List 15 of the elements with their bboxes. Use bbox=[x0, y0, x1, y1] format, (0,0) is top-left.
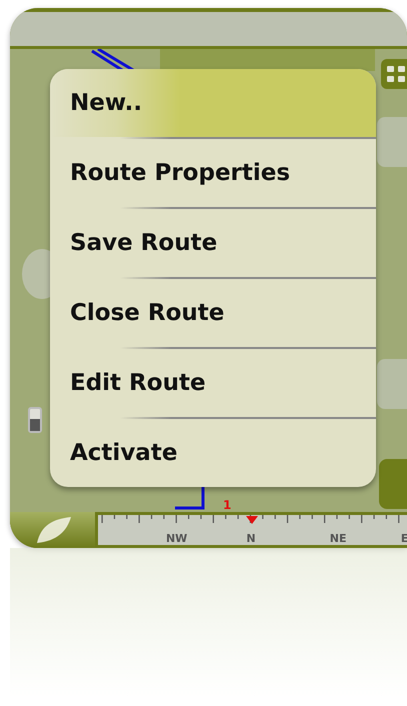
menu-item[interactable]: Save Route bbox=[50, 209, 376, 277]
menu-item[interactable]: Route Properties bbox=[50, 139, 376, 207]
compass-label: NW bbox=[166, 532, 188, 545]
battery-icon bbox=[28, 407, 42, 433]
waypoint-label: 1 bbox=[223, 498, 232, 512]
compass-label: NE bbox=[330, 532, 346, 545]
leaf-button[interactable] bbox=[10, 512, 95, 548]
menu-item[interactable]: Edit Route bbox=[50, 349, 376, 417]
compass-label: N bbox=[246, 532, 256, 545]
grid-icon[interactable] bbox=[381, 59, 407, 89]
menu-item[interactable]: Close Route bbox=[50, 279, 376, 347]
menu-item[interactable]: New.. bbox=[50, 69, 376, 137]
north-pointer-icon bbox=[246, 516, 258, 524]
side-button[interactable] bbox=[379, 459, 407, 509]
menu-item[interactable]: Activate bbox=[50, 419, 376, 487]
